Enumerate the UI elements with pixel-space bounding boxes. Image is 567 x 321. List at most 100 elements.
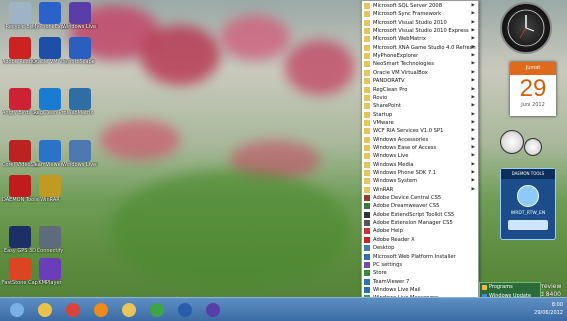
submenu-arrow-icon: ▶ bbox=[471, 44, 475, 50]
desktop-icon[interactable]: Connectify bbox=[32, 226, 68, 254]
app-icon bbox=[364, 278, 370, 285]
menu-item[interactable]: Windows Accessories ▶ bbox=[362, 136, 478, 144]
preview-watermark: Preview bbox=[538, 283, 562, 290]
menu-item[interactable]: Adobe Device Central CS5 bbox=[362, 194, 478, 202]
clock-gadget[interactable] bbox=[500, 2, 552, 54]
menu-item[interactable]: Adobe Extension Manager CS5 bbox=[362, 219, 478, 227]
submenu-arrow-icon: ▶ bbox=[471, 19, 475, 25]
menu-item[interactable]: Microsoft WebMatrix ▶ bbox=[362, 35, 478, 43]
menu-item[interactable]: Oracle VM VirtualBox ▶ bbox=[362, 69, 478, 77]
menu-item[interactable]: Adobe Dreamweaver CS5 bbox=[362, 202, 478, 210]
submenu-arrow-icon: ▶ bbox=[471, 3, 475, 8]
menu-item[interactable]: Startup ▶ bbox=[362, 111, 478, 119]
menu-item[interactable]: Windows Live ▶ bbox=[362, 152, 478, 160]
menu-item-label: Oracle VM VirtualBox bbox=[373, 69, 428, 76]
taskbar-button[interactable] bbox=[60, 300, 86, 320]
wallpaper-tulips bbox=[220, 15, 290, 60]
menu-item[interactable]: Windows Ease of Access ▶ bbox=[362, 144, 478, 152]
desktop-icon-label: WinRAR bbox=[40, 197, 60, 203]
folder-icon bbox=[364, 144, 370, 151]
menu-item[interactable]: WinRAR ▶ bbox=[362, 186, 478, 194]
menu-item-label: Adobe ExtendScript Toolkit CS5 bbox=[373, 211, 455, 218]
menu-item[interactable]: Microsoft Visual Studio 2010 ▶ bbox=[362, 19, 478, 27]
submenu-arrow-icon: ▶ bbox=[471, 11, 475, 17]
start-icon bbox=[10, 303, 24, 317]
taskbar-button[interactable] bbox=[32, 300, 58, 320]
desktop-icon[interactable]: Windows Live Movie Maker bbox=[62, 2, 98, 30]
app-icon bbox=[364, 236, 370, 243]
submenu-arrow-icon: ▶ bbox=[471, 61, 475, 67]
folder-icon bbox=[364, 36, 370, 43]
folder-icon bbox=[364, 186, 370, 193]
menu-item-label: Windows Phone SDK 7.1 bbox=[373, 170, 437, 176]
folder-icon bbox=[364, 11, 370, 18]
menu-item-label: Microsoft Visual Studio 2010 bbox=[373, 19, 447, 26]
menu-item[interactable]: MyPhoneExplorer ▶ bbox=[362, 52, 478, 60]
desktop-icon-label: Windows Live Movie Maker bbox=[62, 24, 98, 30]
menu-item[interactable]: Microsoft Sync Framework ▶ bbox=[362, 10, 478, 18]
popup-item[interactable]: Programs bbox=[480, 283, 540, 292]
popup-item-icon bbox=[482, 285, 487, 290]
menu-item[interactable]: Microsoft XNA Game Studio 4.0 Refresh ▶ bbox=[362, 44, 478, 52]
desktop-icon[interactable]: KMPlayer bbox=[32, 258, 68, 286]
folder-icon bbox=[364, 119, 370, 126]
desktop-icon-label: Connectify bbox=[36, 248, 64, 254]
explorer-icon bbox=[38, 303, 52, 317]
app-icon bbox=[364, 286, 370, 293]
app-icon bbox=[364, 220, 370, 227]
submenu-arrow-icon: ▶ bbox=[471, 161, 475, 167]
menu-item[interactable]: Windows Live Mail bbox=[362, 286, 478, 294]
menu-item[interactable]: PANDORATV ▶ bbox=[362, 77, 478, 85]
folder-icon bbox=[364, 128, 370, 135]
app-icon bbox=[69, 2, 91, 24]
cpu-meter-gadget[interactable] bbox=[500, 130, 544, 160]
menu-item[interactable]: Rovio ▶ bbox=[362, 94, 478, 102]
taskbar-button[interactable] bbox=[172, 300, 198, 320]
menu-item[interactable]: Microsoft SQL Server 2008 ▶ bbox=[362, 2, 478, 10]
menu-item[interactable]: Windows System ▶ bbox=[362, 177, 478, 185]
menu-item[interactable]: SharePoint ▶ bbox=[362, 102, 478, 110]
taskbar-button[interactable] bbox=[144, 300, 170, 320]
submenu-arrow-icon: ▶ bbox=[471, 28, 475, 34]
desktop-icon[interactable]: WebMatrix bbox=[62, 88, 98, 116]
menu-item[interactable]: Windows Phone SDK 7.1 ▶ bbox=[362, 169, 478, 177]
menu-item[interactable]: Adobe Help bbox=[362, 227, 478, 235]
submenu-arrow-icon: ▶ bbox=[471, 144, 475, 150]
taskbar-button[interactable] bbox=[4, 300, 30, 320]
folder-icon bbox=[364, 170, 370, 176]
menu-item[interactable]: PC settings bbox=[362, 261, 478, 269]
all-programs-menu[interactable]: Microsoft SQL Server 2008 ▶ Microsoft Sync… bbox=[361, 0, 479, 321]
taskbar-button[interactable] bbox=[116, 300, 142, 320]
folder-icon bbox=[364, 69, 370, 76]
menu-item[interactable]: NeoSmart Technologies ▶ bbox=[362, 60, 478, 68]
menu-item[interactable]: WCF RIA Services V1.0 SP1 ▶ bbox=[362, 127, 478, 135]
system-clock[interactable]: 8:00 29/06/2012 bbox=[534, 301, 563, 317]
menu-item[interactable]: VMware ▶ bbox=[362, 119, 478, 127]
submenu-arrow-icon: ▶ bbox=[471, 111, 475, 117]
menu-item[interactable]: Windows Media ▶ bbox=[362, 161, 478, 169]
menu-item-label: Microsoft Sync Framework bbox=[373, 11, 442, 18]
chrome-icon bbox=[66, 303, 80, 317]
calendar-gadget[interactable]: Jumat 29 Juni 2012 bbox=[510, 62, 556, 116]
network-gadget[interactable]: DAEMON TOOLS WRDT_RTW_EN bbox=[500, 168, 556, 240]
network-drive-icon bbox=[508, 220, 548, 230]
app-icon bbox=[9, 2, 31, 24]
desktop-icon[interactable]: Windows Live Writer bbox=[62, 140, 98, 168]
menu-item[interactable]: Adobe ExtendScript Toolkit CS5 bbox=[362, 211, 478, 219]
menu-item-label: WinRAR bbox=[373, 186, 394, 193]
folder-icon bbox=[364, 178, 370, 185]
taskbar-button[interactable] bbox=[88, 300, 114, 320]
desktop-icon[interactable]: PhotoScape bbox=[62, 37, 98, 65]
desktop-icon[interactable]: WinRAR bbox=[32, 175, 68, 203]
menu-item[interactable]: Microsoft Visual Studio 2010 Express ▶ bbox=[362, 27, 478, 35]
menu-item-label: PC settings bbox=[373, 261, 403, 268]
menu-item[interactable]: RegClean Pro ▶ bbox=[362, 86, 478, 94]
menu-item[interactable]: TeamViewer 7 bbox=[362, 278, 478, 286]
menu-item[interactable]: Store bbox=[362, 269, 478, 277]
menu-item[interactable]: Desktop bbox=[362, 244, 478, 252]
menu-item-label: SharePoint bbox=[373, 103, 401, 110]
taskbar-button[interactable] bbox=[200, 300, 226, 320]
menu-item[interactable]: Microsoft Web Platform Installer bbox=[362, 253, 478, 261]
menu-item[interactable]: Adobe Reader X bbox=[362, 236, 478, 244]
clock-face-icon bbox=[507, 9, 545, 47]
